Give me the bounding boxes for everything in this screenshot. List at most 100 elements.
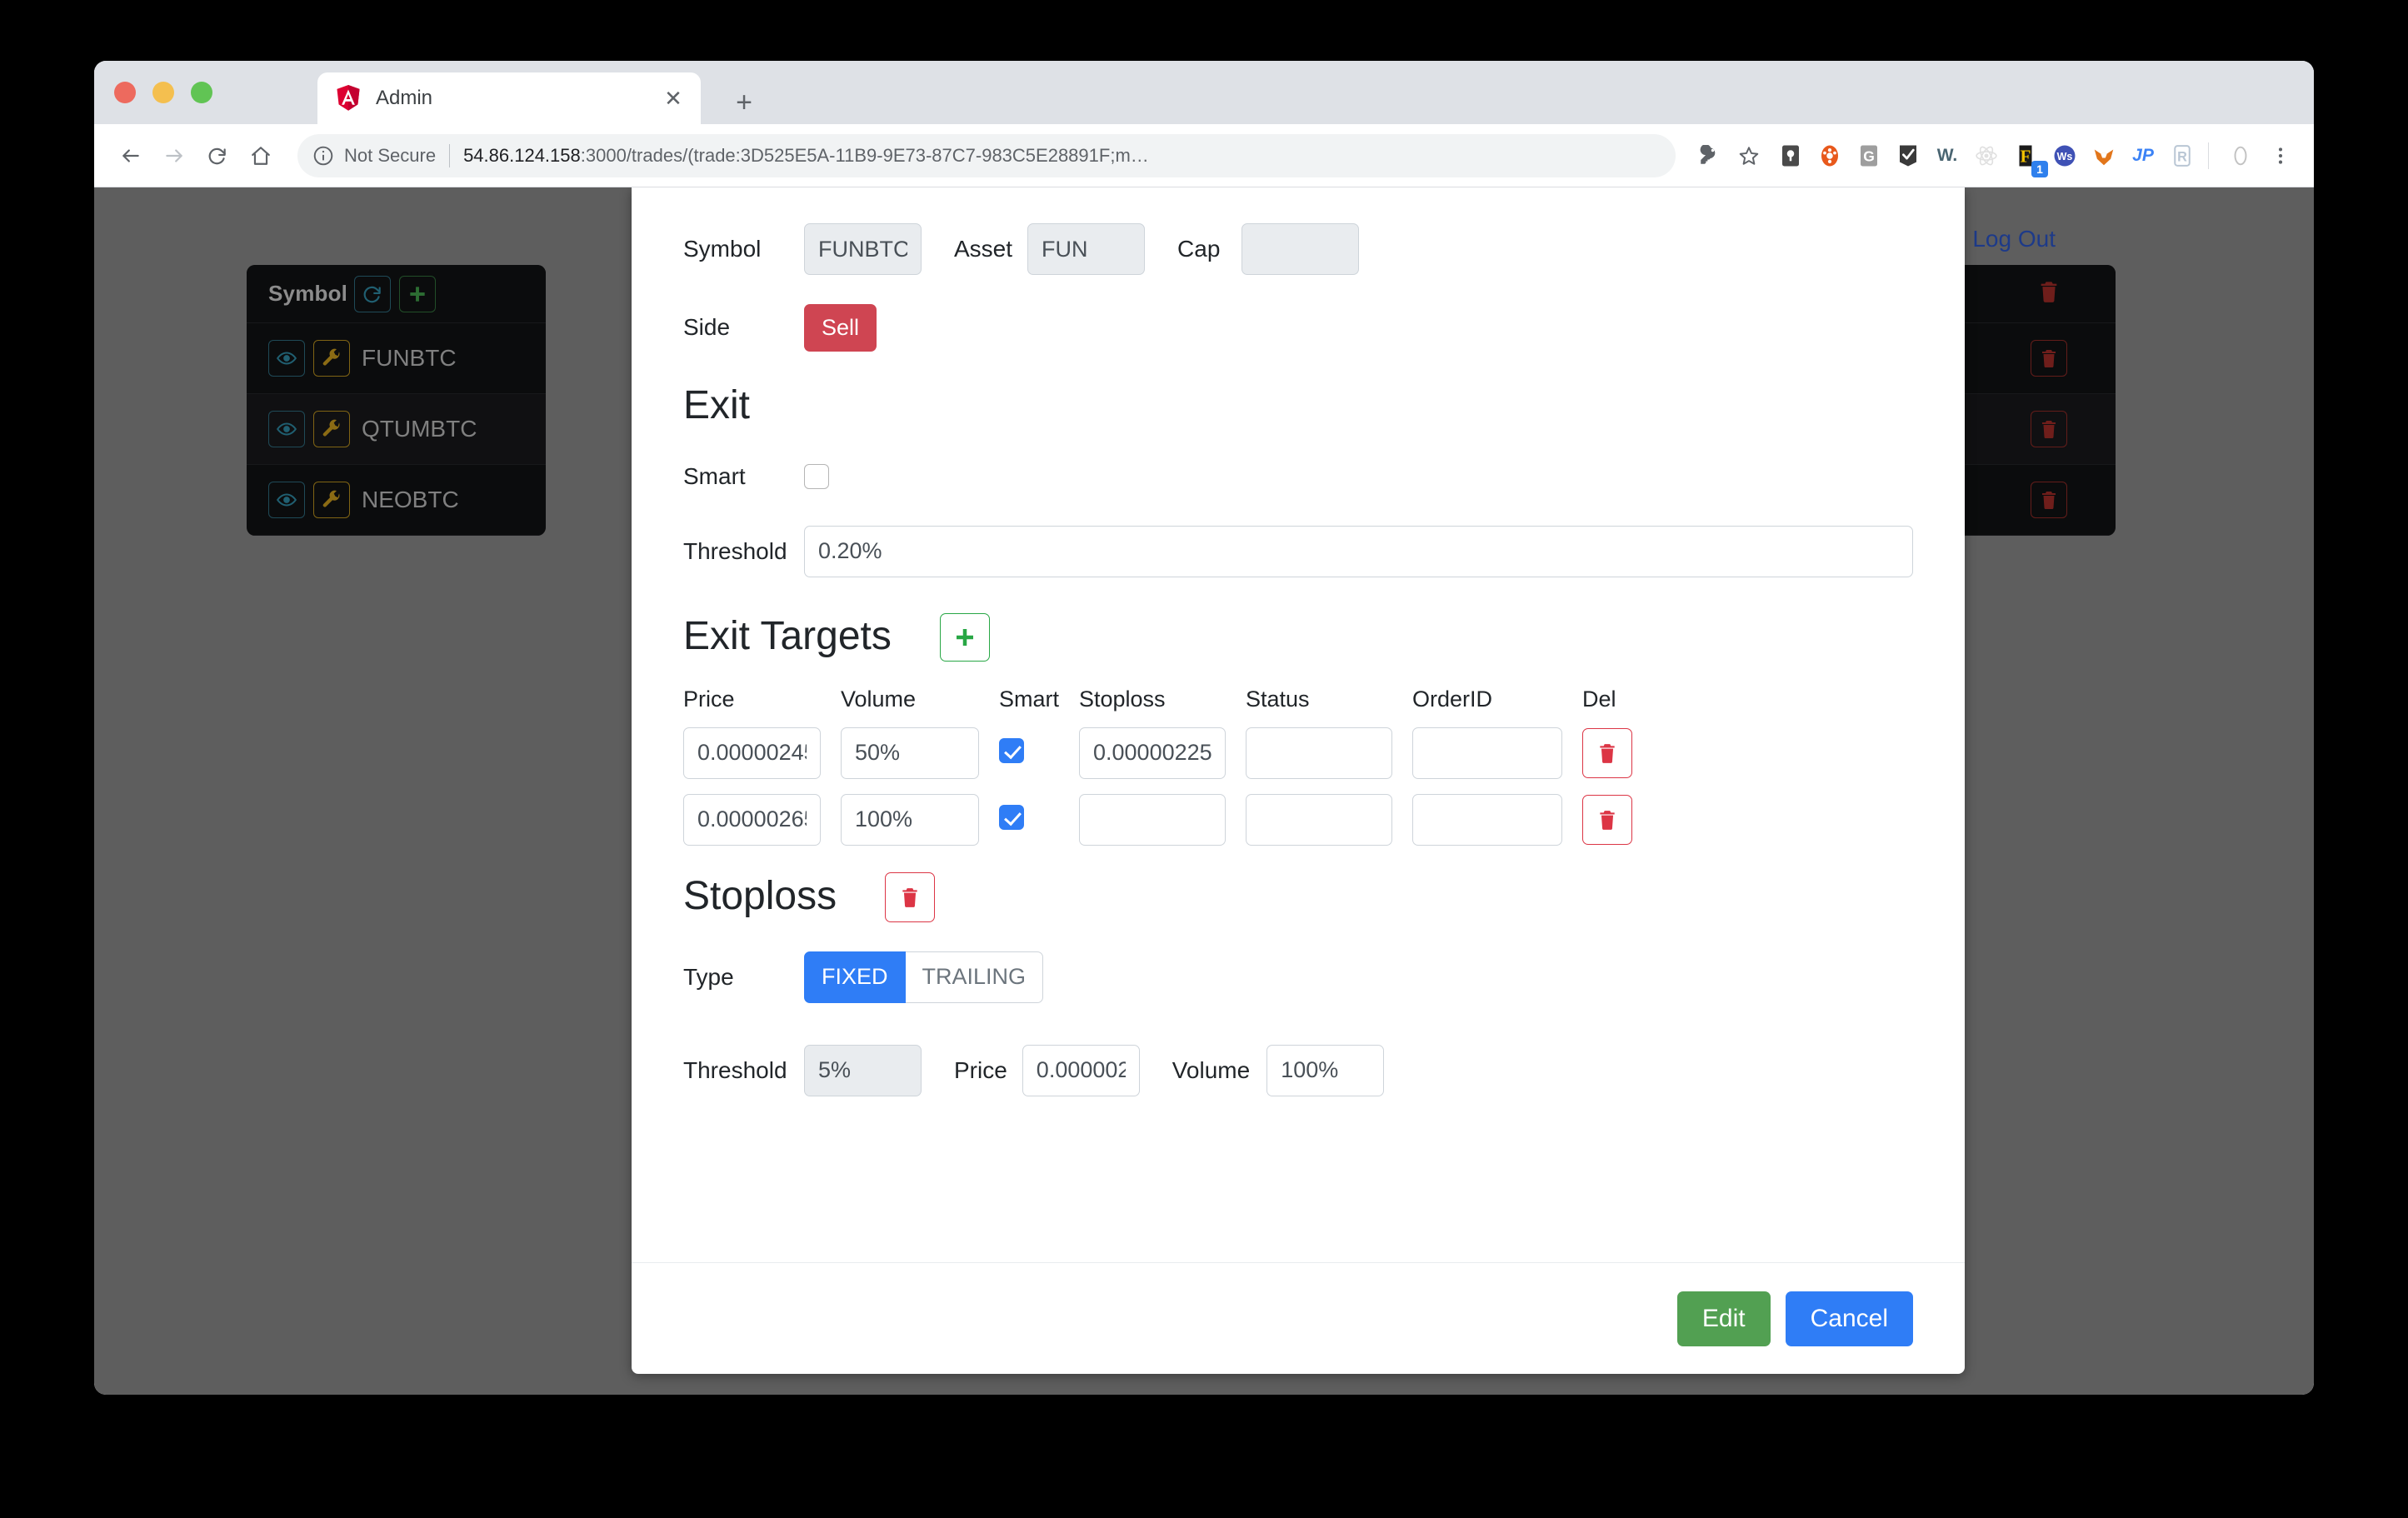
target-smart-checkbox[interactable] xyxy=(999,805,1024,831)
page-viewport: Log Out Symbol FUNBTC QTUMBTC NEOBTC Sym… xyxy=(94,187,2314,1395)
add-exit-target-button[interactable] xyxy=(939,612,990,662)
side-row: Side Sell xyxy=(683,289,1913,366)
react-devtools-icon[interactable] xyxy=(1971,140,2002,172)
target-stoploss-input[interactable] xyxy=(1079,727,1226,779)
target-orderid-input[interactable] xyxy=(1412,793,1562,846)
modal-body: Symbol Asset Cap Side Sell Exit Smart xyxy=(632,187,1965,1262)
maximize-window-button[interactable] xyxy=(191,82,212,103)
exit-targets-column-headers: Price Volume Smart Stoploss Status Order… xyxy=(683,687,1913,712)
stoploss-threshold-input[interactable] xyxy=(804,1044,922,1096)
browser-tab[interactable]: Admin ✕ xyxy=(317,72,701,124)
target-status-input[interactable] xyxy=(1246,727,1392,779)
target-price-input[interactable] xyxy=(683,727,821,779)
exit-targets-header: Exit Targets xyxy=(683,612,1913,662)
exit-smart-row: Smart xyxy=(683,440,1913,513)
font-finder-icon[interactable]: F 1 xyxy=(2010,140,2048,177)
close-window-button[interactable] xyxy=(114,82,136,103)
cancel-button[interactable]: Cancel xyxy=(1785,1291,1913,1346)
stoploss-volume-label: Volume xyxy=(1172,1056,1251,1083)
angular-logo-icon xyxy=(336,85,361,112)
target-status-input[interactable] xyxy=(1246,793,1392,846)
exit-targets-title: Exit Targets xyxy=(683,614,892,659)
target-smart-checkbox[interactable] xyxy=(999,738,1024,764)
cap-input[interactable] xyxy=(1241,223,1360,275)
table-row xyxy=(683,727,1913,779)
svg-text:F: F xyxy=(2021,146,2031,166)
delete-target-button[interactable] xyxy=(1582,794,1632,845)
target-volume-input[interactable] xyxy=(841,793,979,846)
user-profile-icon[interactable] xyxy=(2222,137,2259,174)
asset-input[interactable] xyxy=(1027,223,1146,275)
address-bar[interactable]: Not Secure 54.86.124.158:3000/trades/(tr… xyxy=(297,133,1676,177)
column-header-volume: Volume xyxy=(841,686,917,712)
symbol-asset-cap-row: Symbol Asset Cap xyxy=(683,209,1913,289)
target-volume-input[interactable] xyxy=(841,727,979,779)
column-header-stoploss: Stoploss xyxy=(1079,686,1166,712)
svg-text:R: R xyxy=(2177,149,2187,164)
stoploss-type-fixed-button[interactable]: FIXED xyxy=(804,951,906,1003)
wappalyzer-icon[interactable]: W. xyxy=(1931,140,1963,172)
new-tab-button[interactable]: + xyxy=(727,86,761,119)
minimize-window-button[interactable] xyxy=(152,82,174,103)
target-orderid-input[interactable] xyxy=(1412,727,1562,779)
key-icon[interactable] xyxy=(1691,137,1727,174)
delete-stoploss-button[interactable] xyxy=(885,871,936,922)
info-circle-icon[interactable] xyxy=(312,145,334,167)
exit-smart-checkbox[interactable] xyxy=(804,463,829,489)
metamask-icon[interactable] xyxy=(2088,140,2120,172)
stoploss-type-row: Type FIXED TRAILING xyxy=(683,936,1913,1019)
forward-icon[interactable] xyxy=(152,134,196,177)
close-icon[interactable]: ✕ xyxy=(659,84,687,112)
target-stoploss-input[interactable] xyxy=(1079,793,1226,846)
url-host: 54.86.124.158 xyxy=(463,144,581,166)
home-icon[interactable] xyxy=(239,134,282,177)
omnibox-divider xyxy=(449,143,451,167)
symbol-input[interactable] xyxy=(804,223,922,275)
target-price-input[interactable] xyxy=(683,793,821,846)
bookmark-star-icon[interactable] xyxy=(1731,137,1767,174)
kubernetes-icon[interactable] xyxy=(1814,140,1846,172)
exit-smart-label: Smart xyxy=(683,462,746,489)
stoploss-price-label: Price xyxy=(954,1056,1007,1083)
json-viewer-icon[interactable]: JP xyxy=(2127,140,2159,172)
column-header-del: Del xyxy=(1582,686,1616,712)
browser-tab-title: Admin xyxy=(376,87,433,109)
security-status-label: Not Secure xyxy=(344,144,437,166)
redux-devtools-icon[interactable]: R xyxy=(2166,140,2198,172)
toolbar-divider xyxy=(2208,142,2209,169)
table-row xyxy=(683,793,1913,846)
reload-icon[interactable] xyxy=(196,134,239,177)
side-sell-button[interactable]: Sell xyxy=(804,303,877,352)
three-dot-menu-icon[interactable] xyxy=(2262,137,2299,174)
edit-button[interactable]: Edit xyxy=(1676,1291,1771,1346)
window-traffic-lights xyxy=(114,82,212,103)
cap-label: Cap xyxy=(1177,236,1221,262)
stoploss-threshold-label: Threshold xyxy=(683,1056,787,1083)
delete-target-button[interactable] xyxy=(1582,727,1632,778)
exit-targets-table: Price Volume Smart Stoploss Status Order… xyxy=(683,687,1913,846)
exit-section-title: Exit xyxy=(683,383,751,427)
exit-threshold-row: Threshold xyxy=(683,513,1913,590)
lastpass-icon[interactable] xyxy=(1775,140,1806,172)
exit-threshold-input[interactable] xyxy=(804,525,1913,577)
modal-footer: Edit Cancel xyxy=(632,1262,1965,1374)
column-header-status: Status xyxy=(1246,686,1310,712)
back-icon[interactable] xyxy=(109,134,152,177)
column-header-smart: Smart xyxy=(999,686,1060,712)
browser-tab-strip: Admin ✕ + xyxy=(94,61,2314,124)
svg-text:Ws: Ws xyxy=(2057,151,2073,162)
stoploss-type-label: Type xyxy=(683,963,734,990)
stoploss-title: Stoploss xyxy=(683,874,837,919)
stoploss-price-input[interactable] xyxy=(1022,1044,1140,1096)
evernote-icon[interactable] xyxy=(1892,140,1924,172)
wordstream-icon[interactable]: Ws xyxy=(2049,140,2081,172)
exit-threshold-label: Threshold xyxy=(683,537,787,564)
side-label: Side xyxy=(683,314,731,340)
grammarly-icon[interactable]: G xyxy=(1853,140,1885,172)
json-viewer-glyph: JP xyxy=(2132,145,2154,165)
asset-label: Asset xyxy=(954,236,1013,262)
stoploss-volume-input[interactable] xyxy=(1266,1044,1385,1096)
edit-trade-modal: Symbol Asset Cap Side Sell Exit Smart xyxy=(632,187,1965,1374)
browser-toolbar: Not Secure 54.86.124.158:3000/trades/(tr… xyxy=(94,124,2314,187)
stoploss-type-trailing-button[interactable]: TRAILING xyxy=(905,951,1044,1003)
